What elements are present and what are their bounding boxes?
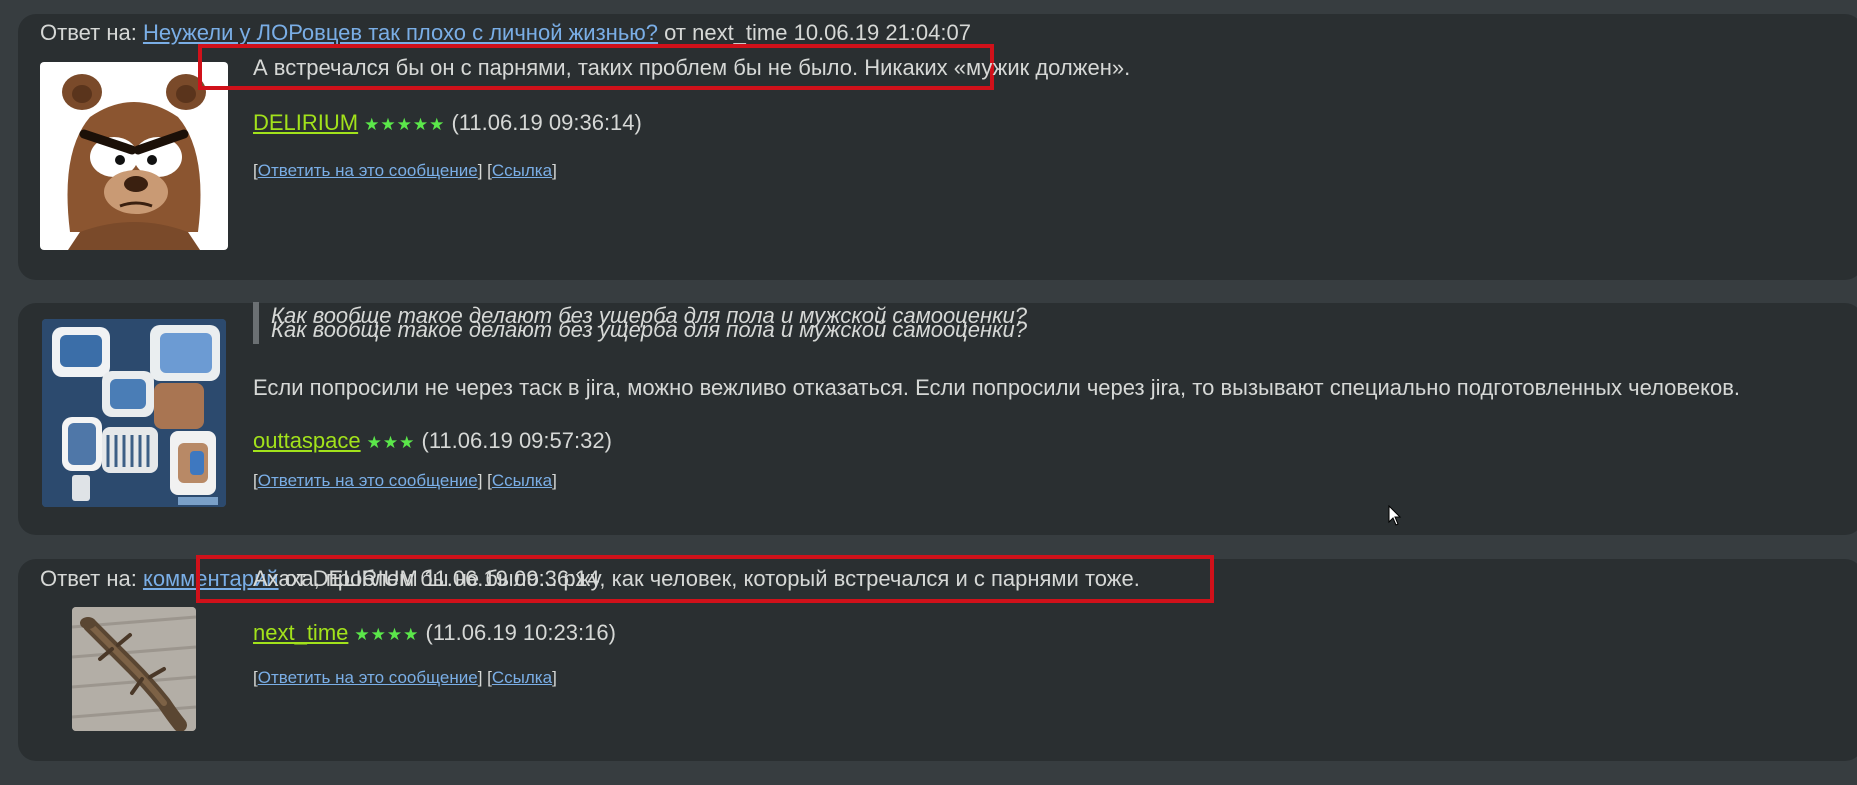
author-link[interactable]: DELIRIUM xyxy=(253,110,358,135)
post-date: (11.06.19 09:36:14) xyxy=(451,110,642,135)
quote-content: Как вообще такое делают без ущерба для п… xyxy=(271,317,1027,342)
message-text: Если попросили не через таск в jira, мож… xyxy=(253,375,1740,400)
stars-icon: ★★★★★ xyxy=(364,115,446,134)
reply-button[interactable]: Ответить на это сообщение xyxy=(258,668,478,687)
permalink[interactable]: Ссылка xyxy=(492,668,552,687)
bear-avatar[interactable] xyxy=(40,62,228,250)
reply-prefix: Ответ на: xyxy=(40,20,137,45)
reply-to-line: Ответ на: Неужели у ЛОРовцев так плохо с… xyxy=(40,20,971,46)
message-text: Ахаха, проблем бы не было... ржу, как че… xyxy=(253,566,1140,591)
author-link[interactable]: outtaspace xyxy=(253,428,361,453)
reply-suffix: от next_time 10.06.19 21:04:07 xyxy=(664,20,971,45)
comment-card: Ответ на: комментарий от DELIRIUM 11.06.… xyxy=(18,555,1857,761)
signature: DELIRIUM ★★★★★ (11.06.19 09:36:14) xyxy=(253,109,642,139)
reply-button[interactable]: Ответить на это сообщение xyxy=(258,161,478,180)
comment-actions: [Ответить на это сообщение] [Ссылка] xyxy=(253,668,557,687)
abstract-avatar[interactable] xyxy=(42,319,226,507)
permalink[interactable]: Ссылка xyxy=(492,471,552,490)
permalink[interactable]: Ссылка xyxy=(492,161,552,180)
signature: next_time ★★★★ (11.06.19 10:23:16) xyxy=(253,619,616,649)
post-date: (11.06.19 09:57:32) xyxy=(421,428,612,453)
quoted-text-overlay: Как вообще такое делают без ущерба для п… xyxy=(253,316,1027,344)
reply-topic-link[interactable]: Неужели у ЛОРовцев так плохо с личной жи… xyxy=(143,20,658,45)
stars-icon: ★★★ xyxy=(366,433,416,452)
lizard-avatar[interactable] xyxy=(72,607,196,731)
comment-card: Ответ на: Неужели у ЛОРовцев так плохо с… xyxy=(18,14,1857,280)
post-date: (11.06.19 10:23:16) xyxy=(425,620,616,645)
reply-prefix: Ответ на: xyxy=(40,566,137,591)
stars-icon: ★★★★ xyxy=(354,625,420,644)
signature: outtaspace ★★★ (11.06.19 09:57:32) xyxy=(253,427,612,457)
message-text: А встречался бы он с парнями, таких проб… xyxy=(253,55,1131,80)
author-link[interactable]: next_time xyxy=(253,620,348,645)
comment-actions: [Ответить на это сообщение] [Ссылка] xyxy=(253,161,557,180)
comment-actions: [Ответить на это сообщение] [Ссылка] xyxy=(253,471,557,490)
mouse-cursor-icon xyxy=(1388,504,1402,532)
reply-button[interactable]: Ответить на это сообщение xyxy=(258,471,478,490)
